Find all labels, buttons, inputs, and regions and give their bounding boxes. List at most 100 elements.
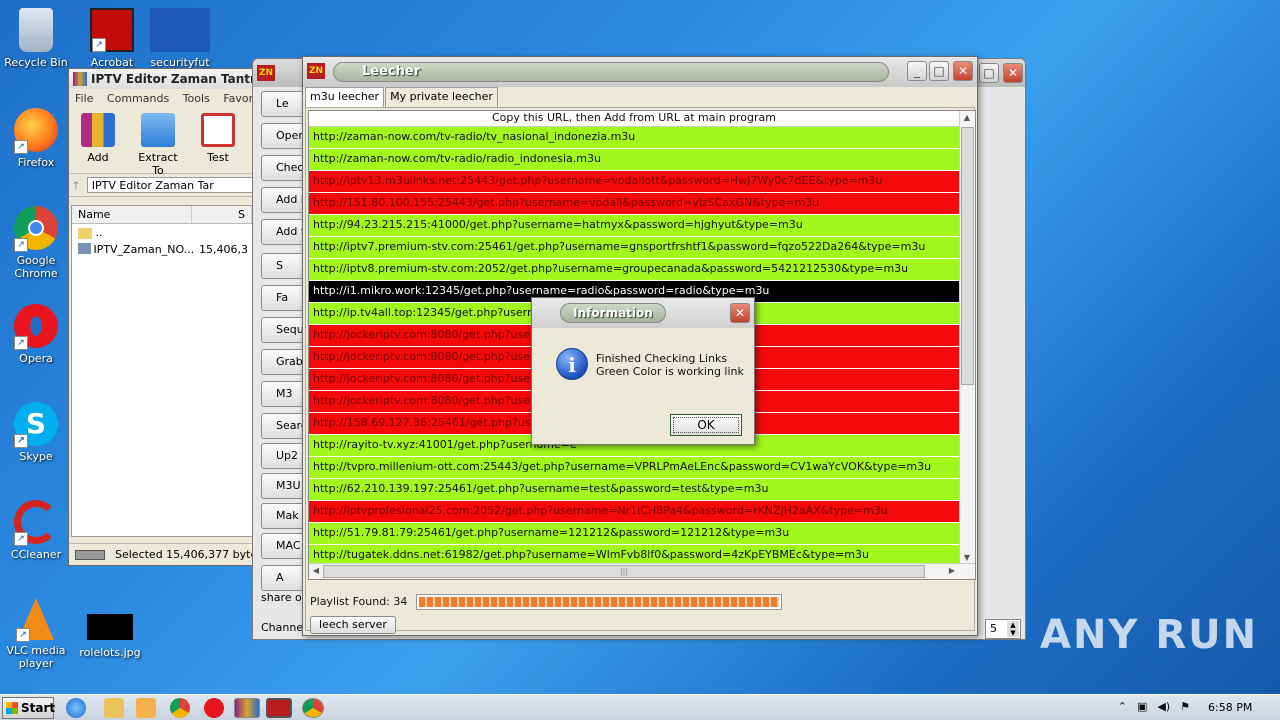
shortcut-arrow-icon: ↗ <box>14 238 28 252</box>
desktop-icon-recycle-bin[interactable]: Recycle Bin <box>0 8 72 69</box>
desktop-icon-chrome[interactable]: ↗ Google Chrome <box>0 206 72 280</box>
url-list-header: Copy this URL, then Add from URL at main… <box>309 111 959 127</box>
column-name[interactable]: Name <box>72 206 192 223</box>
start-button[interactable]: Start <box>2 697 55 719</box>
explorer-icon[interactable] <box>104 698 124 718</box>
media-player-icon[interactable] <box>136 698 156 718</box>
maximize-button[interactable]: □ <box>979 63 999 83</box>
dialog-titlebar: Information ✕ <box>532 298 754 328</box>
show-hidden-icon[interactable]: ⌃ <box>1118 700 1127 713</box>
desktop-icon-acrobat[interactable]: ↗ Acrobat <box>76 8 148 69</box>
url-row[interactable]: http://iptv8.premium-stv.com:2052/get.ph… <box>309 259 959 281</box>
scroll-thumb[interactable] <box>961 127 974 385</box>
clock[interactable]: 6:58 PM <box>1208 701 1252 714</box>
zn-app-icon: ZN <box>257 65 275 81</box>
desktop-icon-opera[interactable]: ↗ Opera <box>0 304 72 365</box>
desktop-icon-skype[interactable]: S ↗ Skype <box>0 402 72 463</box>
scroll-thumb[interactable]: ||| <box>323 565 925 578</box>
winrar-app-icon <box>73 72 87 86</box>
flag-icon[interactable]: ⚑ <box>1180 700 1190 713</box>
close-button[interactable]: ✕ <box>953 61 973 81</box>
minimize-button[interactable]: _ <box>907 61 927 81</box>
url-row[interactable]: http://tvpro.millenium-ott.com:25443/get… <box>309 457 959 479</box>
path-field[interactable]: IPTV Editor Zaman Tar <box>86 177 253 193</box>
url-row[interactable]: http://iptv7.premium-stv.com:25461/get.p… <box>309 237 959 259</box>
url-row[interactable]: http://51.79.81.79:25461/get.php?usernam… <box>309 523 959 545</box>
iptv-editor-task-icon[interactable] <box>266 698 292 718</box>
file-row[interactable]: IPTV_Zaman_NO... 15,406,3 <box>72 241 254 258</box>
volume-icon[interactable]: ◀) <box>1157 700 1170 713</box>
close-button[interactable]: ✕ <box>730 303 750 323</box>
opera-icon[interactable] <box>204 698 224 718</box>
chrome-icon: ↗ <box>14 206 58 252</box>
winrar-path-bar: 🡑 IPTV Editor Zaman Tar <box>69 173 257 197</box>
shortcut-arrow-icon: ↗ <box>14 434 28 448</box>
add-button[interactable]: Add <box>73 113 123 169</box>
tab-m3u-leecher[interactable]: m3u leecher <box>305 87 385 107</box>
menu-tools[interactable]: Tools <box>183 92 210 105</box>
zn-app-icon: ZN <box>307 63 325 79</box>
dialog-title: Information <box>560 303 666 323</box>
up-arrow-icon[interactable]: 🡑 <box>73 177 79 193</box>
recycle-bin-icon <box>19 8 53 52</box>
information-dialog: Information ✕ i Finished Checking Links … <box>531 297 755 445</box>
ccleaner-icon: ↗ <box>14 500 58 546</box>
acrobat-icon: ↗ <box>90 8 134 52</box>
chrome-task-icon[interactable] <box>302 698 324 718</box>
maximize-button[interactable]: □ <box>929 61 949 81</box>
shortcut-arrow-icon: ↗ <box>14 140 28 154</box>
url-row[interactable]: http://151.80.100.155:25443/get.php?user… <box>309 193 959 215</box>
exe-file-icon <box>78 243 92 254</box>
clipboard-check-icon <box>201 113 235 147</box>
column-size[interactable]: S <box>192 206 252 223</box>
desktop-icon-vlc[interactable]: ↗ VLC media player <box>0 598 72 670</box>
file-row[interactable]: .. <box>72 224 254 241</box>
image-file-icon <box>87 614 133 640</box>
leecher-title: Leecher <box>333 62 889 82</box>
url-row[interactable]: http://iptv13.m3ulinks.net:25443/get.php… <box>309 171 959 193</box>
skype-icon: S ↗ <box>14 402 58 448</box>
url-row[interactable]: http://94.23.215.215:41000/get.php?usern… <box>309 215 959 237</box>
winrar-status-bar: Selected 15,406,377 bytes in <box>69 543 257 565</box>
leecher-tabs: m3u leecher My private leecher <box>305 87 499 107</box>
url-row[interactable]: http://iptvprofesional25.com:2052/get.ph… <box>309 501 959 523</box>
chrome-icon[interactable] <box>170 698 190 718</box>
close-button[interactable]: ✕ <box>1003 63 1023 83</box>
vlc-cone-icon: ↗ <box>16 598 54 642</box>
scroll-left-icon[interactable]: ◀ <box>309 564 323 578</box>
scroll-up-icon[interactable]: ▲ <box>960 111 974 125</box>
info-icon: i <box>556 348 588 380</box>
leech-server-button[interactable]: leech server <box>310 616 396 634</box>
scroll-right-icon[interactable]: ▶ <box>945 564 959 578</box>
url-row[interactable]: http://zaman-now.com/tv-radio/tv_nasiona… <box>309 127 959 149</box>
menu-commands[interactable]: Commands <box>107 92 169 105</box>
opera-icon: ↗ <box>14 304 58 350</box>
winrar-file-list: Name S .. IPTV_Zaman_NO... 15,406,3 <box>71 205 255 537</box>
taskbar: Start ⌃ ▣ ◀) ⚑ 6:58 PM <box>0 694 1280 720</box>
spinner-arrows-icon[interactable]: ▲ ▼ <box>1007 621 1019 637</box>
network-icon[interactable]: ▣ <box>1137 700 1147 713</box>
desktop-icon-firefox[interactable]: ↗ Firefox <box>0 108 72 169</box>
menu-file[interactable]: File <box>75 92 93 105</box>
ie-icon[interactable] <box>66 698 86 718</box>
desktop-icon-rolelots[interactable]: rolelots.jpg <box>74 614 146 659</box>
vertical-scrollbar[interactable]: ▲ ▼ <box>959 111 975 565</box>
extract-to-button[interactable]: Extract To <box>133 113 183 177</box>
winrar-task-icon[interactable] <box>234 698 260 718</box>
test-button[interactable]: Test <box>193 113 243 169</box>
archive-add-icon <box>81 113 115 147</box>
shortcut-arrow-icon: ↗ <box>14 532 28 546</box>
url-row[interactable]: http://62.210.139.197:25461/get.php?user… <box>309 479 959 501</box>
ok-button[interactable]: OK <box>670 414 742 436</box>
desktop-icon-ccleaner[interactable]: ↗ CCleaner <box>0 500 72 561</box>
tab-private-leecher[interactable]: My private leecher <box>385 87 498 107</box>
horizontal-scrollbar[interactable]: ◀ ||| ▶ <box>309 563 975 579</box>
winrar-toolbar: Add Extract To Test <box>69 109 257 177</box>
folder-up-icon <box>78 227 92 239</box>
progress-bar <box>416 594 782 610</box>
channel-spinner[interactable]: 5 ▲ ▼ <box>985 619 1021 639</box>
drive-icon <box>75 550 105 560</box>
desktop-icon-securityfut[interactable]: securityfut <box>144 8 216 69</box>
shortcut-arrow-icon: ↗ <box>16 628 30 642</box>
url-row[interactable]: http://zaman-now.com/tv-radio/radio_indo… <box>309 149 959 171</box>
